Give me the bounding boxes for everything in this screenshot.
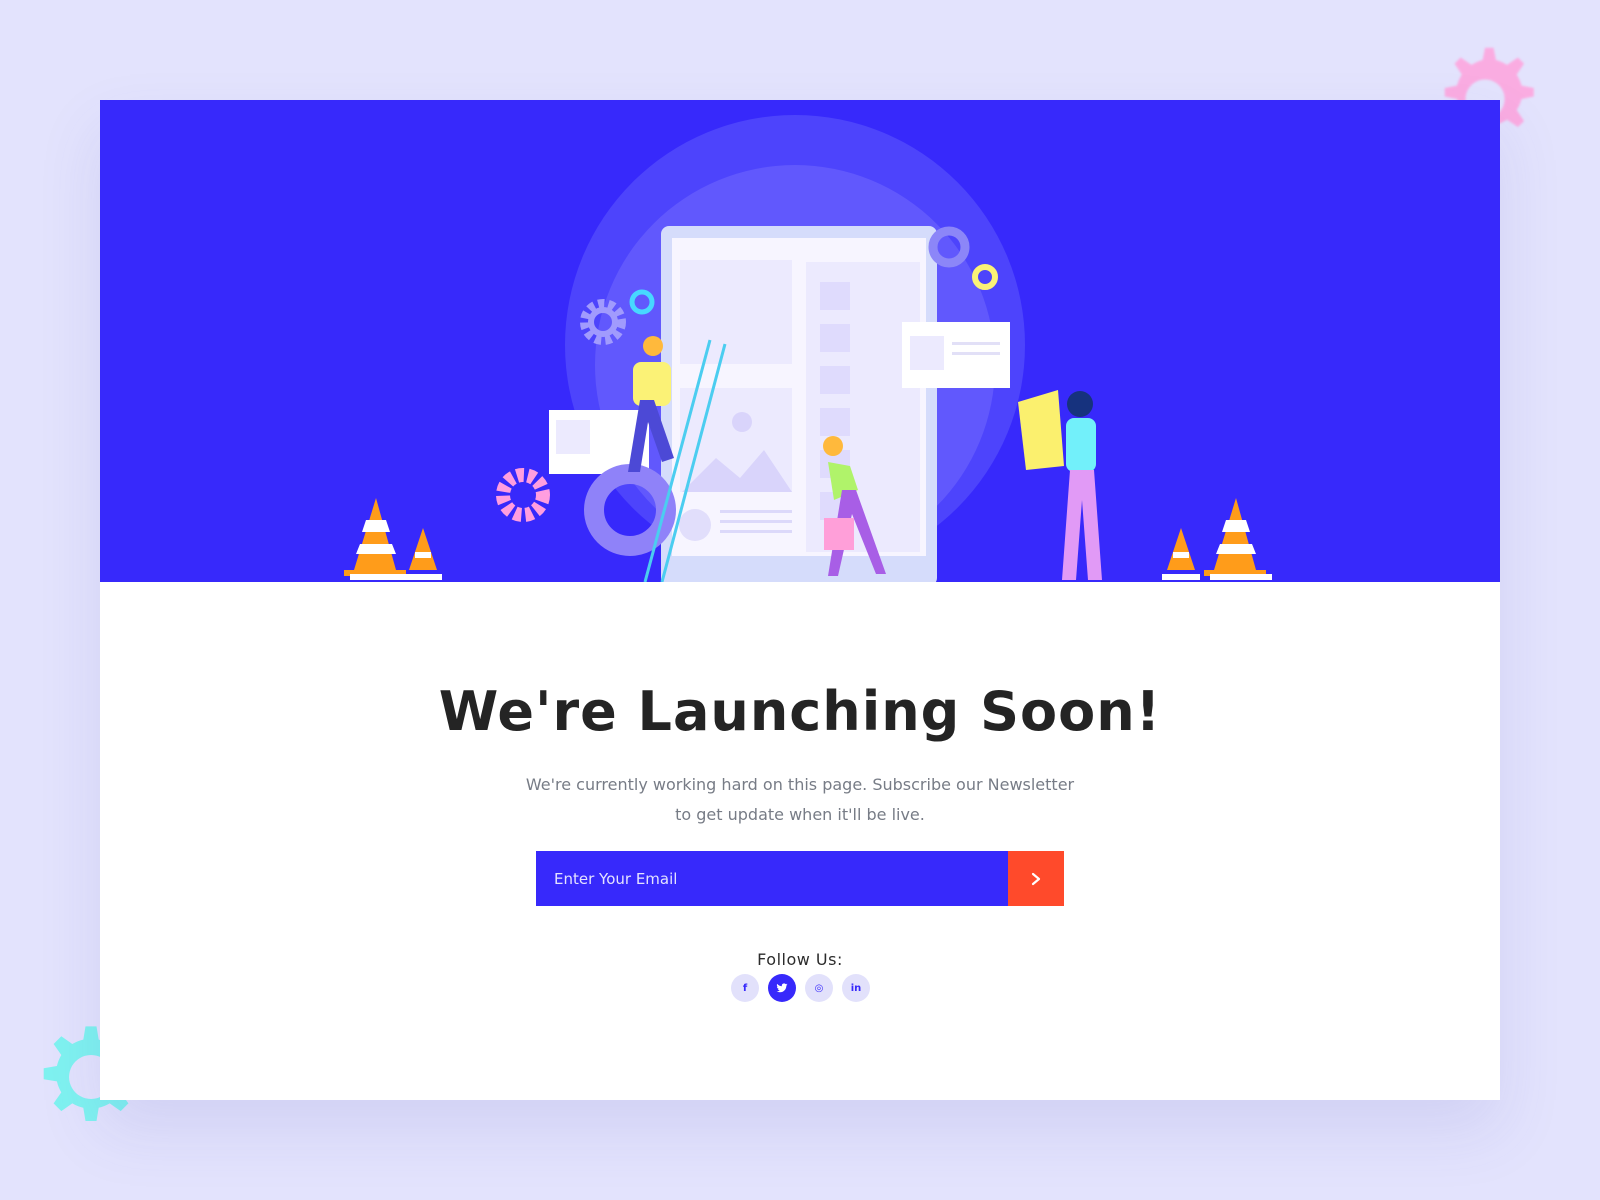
hero-banner — [100, 100, 1500, 582]
email-input[interactable] — [536, 851, 1008, 906]
facebook-icon[interactable]: f — [731, 974, 759, 1002]
social-links: f ◎ in — [731, 974, 870, 1002]
launch-card: We're Launching Soon! We're currently wo… — [100, 100, 1500, 1100]
traffic-cone-icon — [1204, 498, 1272, 580]
page-title: We're Launching Soon! — [438, 680, 1162, 743]
map-paper — [1018, 390, 1064, 470]
newsletter-form — [536, 851, 1064, 906]
launch-content: We're Launching Soon! We're currently wo… — [100, 582, 1500, 1100]
traffic-cone-icon — [1162, 528, 1200, 580]
subscribe-button[interactable] — [1008, 851, 1064, 906]
twitter-icon[interactable] — [768, 974, 796, 1002]
gear-icon — [496, 468, 550, 522]
instagram-icon[interactable]: ◎ — [805, 974, 833, 1002]
follow-us-label: Follow Us: — [757, 950, 843, 969]
twitter-bird-glyph — [776, 983, 788, 993]
traffic-cone-icon — [404, 528, 442, 580]
construction-illustration — [344, 115, 1272, 582]
worker-hat — [643, 336, 663, 356]
traffic-cone-icon — [344, 498, 412, 580]
page-subtitle: We're currently working hard on this pag… — [525, 775, 1075, 824]
chevron-right-icon — [1031, 872, 1041, 885]
linkedin-icon[interactable]: in — [842, 974, 870, 1002]
bucket — [824, 518, 854, 550]
worker-body — [633, 362, 671, 406]
